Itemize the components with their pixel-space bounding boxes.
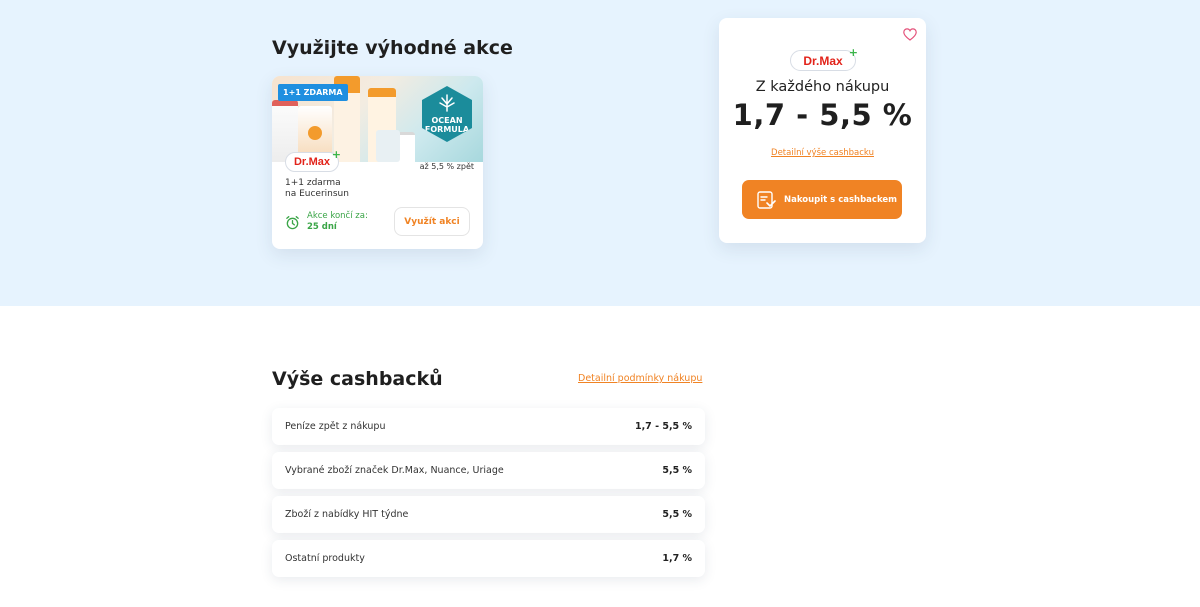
cashback-row-label: Peníze zpět z nákupu [285, 421, 386, 432]
cashback-rate: 1,7 - 5,5 % [732, 98, 913, 132]
cashback-row: Vybrané zboží značek Dr.Max, Nuance, Uri… [272, 452, 705, 489]
promo-description-line: na Eucerinsun [285, 189, 349, 199]
promo-ends-value: 25 dní [307, 222, 337, 232]
cart-cashback-icon [757, 190, 776, 209]
logo-text: Dr.Max [293, 156, 331, 168]
store-logo: Dr.Max + [790, 46, 858, 71]
logo-plus-icon: + [848, 46, 858, 59]
ocean-formula-badge: OCEAN FORMULA [422, 86, 472, 142]
shop-button-label: Nakoupit s cashbackem [784, 194, 897, 205]
store-logo: Dr.Max + [285, 148, 341, 172]
promo-description: 1+1 zdarma na Eucerinsun [285, 178, 349, 200]
shop-with-cashback-button[interactable]: Nakoupit s cashbackem [742, 180, 902, 219]
alarm-clock-icon [286, 216, 299, 230]
ocean-text: OCEAN [431, 116, 463, 125]
cashback-row-value: 5,5 % [662, 509, 692, 520]
product-image [376, 130, 400, 162]
heart-icon[interactable] [903, 28, 917, 41]
cashback-table: Peníze zpět z nákupu 1,7 - 5,5 % Vybrané… [272, 408, 705, 584]
cashback-row-label: Vybrané zboží značek Dr.Max, Nuance, Uri… [285, 465, 504, 476]
logo-text: Dr.Max [803, 53, 843, 68]
use-offer-button[interactable]: Využít akci [394, 207, 470, 236]
cashback-detail-link[interactable]: Detailní výše cashbacku [719, 148, 926, 158]
coral-icon [439, 94, 455, 112]
promo-cashback: až 5,5 % zpět [419, 162, 474, 171]
promo-ends: Akce končí za: 25 dní [307, 211, 368, 233]
free-badge: 1+1 ZDARMA [278, 84, 348, 101]
cashback-row-label: Ostatní produkty [285, 553, 365, 564]
promo-description-line: 1+1 zdarma [285, 178, 341, 188]
promo-ends-label: Akce končí za: [307, 211, 368, 221]
cashback-row-value: 1,7 % [662, 553, 692, 564]
every-purchase-label: Z každého nákupu [755, 79, 890, 95]
promo-card[interactable]: OCEAN FORMULA 1+1 ZDARMA Dr.Max + až 5,5… [272, 76, 483, 249]
logo-plus-icon: + [331, 148, 341, 161]
cashback-row-label: Zboží z nabídky HIT týdne [285, 509, 409, 520]
cashback-row: Ostatní produkty 1,7 % [272, 540, 705, 577]
store-card: Dr.Max + Z každého nákupu 1,7 - 5,5 % De… [719, 18, 926, 243]
formula-text: FORMULA [424, 125, 470, 134]
cashback-row: Zboží z nabídky HIT týdne 5,5 % [272, 496, 705, 533]
cashback-row-value: 5,5 % [662, 465, 692, 476]
cashback-row: Peníze zpět z nákupu 1,7 - 5,5 % [272, 408, 705, 445]
cashback-row-value: 1,7 - 5,5 % [634, 421, 692, 432]
promo-section-title: Využijte výhodné akce [272, 37, 513, 59]
promo-image: OCEAN FORMULA 1+1 ZDARMA [272, 76, 483, 162]
cashback-section-title: Výše cashbacků [272, 368, 443, 390]
purchase-conditions-link[interactable]: Detailní podmínky nákupu [578, 373, 702, 384]
hero-background [0, 0, 1200, 306]
product-image [308, 126, 322, 140]
